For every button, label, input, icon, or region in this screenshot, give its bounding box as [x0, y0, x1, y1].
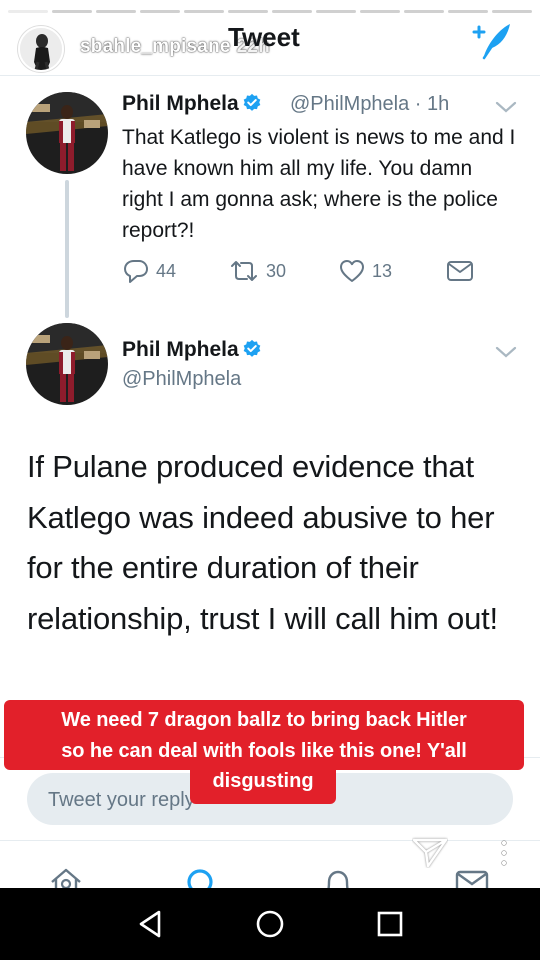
story-caption: We need 7 dragon ballz to bring back Hit… — [4, 705, 524, 767]
story-username-text: sbahle_mpisane — [80, 36, 231, 57]
back-icon[interactable] — [135, 908, 167, 940]
reply-count: 44 — [156, 260, 177, 281]
author-name-text: Phil Mphela — [122, 92, 239, 115]
envelope-icon[interactable] — [454, 866, 490, 888]
verified-badge-icon — [243, 339, 261, 357]
like-button[interactable]: 13 — [338, 258, 392, 284]
home-icon[interactable] — [48, 866, 84, 888]
reply-icon — [124, 260, 148, 283]
send-icon[interactable] — [412, 836, 448, 868]
envelope-icon — [447, 261, 473, 281]
chevron-down-icon[interactable] — [494, 100, 518, 114]
tweet-author-name[interactable]: Phil Mphela — [122, 338, 262, 362]
thread-connector-line — [65, 180, 69, 318]
bell-icon[interactable] — [320, 866, 356, 888]
author-name-text: Phil Mphela — [122, 338, 239, 361]
reply-button[interactable]: 44 — [122, 258, 176, 284]
tweet-text: That Katlego is violent is news to me an… — [122, 126, 516, 242]
story-user-avatar[interactable] — [18, 26, 64, 72]
tweet-author-avatar[interactable] — [26, 92, 108, 174]
tweet-author-name[interactable]: Phil Mphela — [122, 92, 262, 116]
compose-tweet-icon[interactable] — [470, 20, 516, 60]
tweet-handle-time: @PhilMphela · 1h — [290, 93, 450, 115]
caption-line: disgusting — [212, 770, 314, 792]
caption-line: so he can deal with fools like this one!… — [61, 740, 467, 762]
tweet-handle: @PhilMphela — [122, 368, 242, 390]
heart-icon — [340, 260, 364, 282]
search-icon[interactable] — [182, 866, 218, 888]
retweet-count: 30 — [266, 260, 287, 281]
tweet-text: If Pulane produced evidence that Katlego… — [27, 449, 498, 636]
home-circle-icon[interactable] — [254, 908, 286, 940]
reply-placeholder: Tweet your reply — [48, 789, 195, 811]
retweet-button[interactable]: 30 — [228, 258, 286, 284]
caption-line: We need 7 dragon ballz to bring back Hit… — [61, 709, 467, 731]
chevron-down-icon[interactable] — [494, 345, 518, 359]
tweet-author-avatar[interactable] — [26, 323, 108, 405]
page-title: Tweet — [228, 22, 300, 52]
share-dm-button[interactable] — [446, 258, 480, 284]
recents-icon[interactable] — [374, 908, 406, 940]
more-options-icon[interactable] — [498, 840, 510, 866]
story-progress-bar — [8, 10, 532, 13]
tweet-actions: 44 30 13 — [122, 258, 482, 288]
verified-badge-icon — [243, 93, 261, 111]
like-count: 13 — [372, 260, 393, 281]
retweet-icon — [231, 261, 257, 281]
